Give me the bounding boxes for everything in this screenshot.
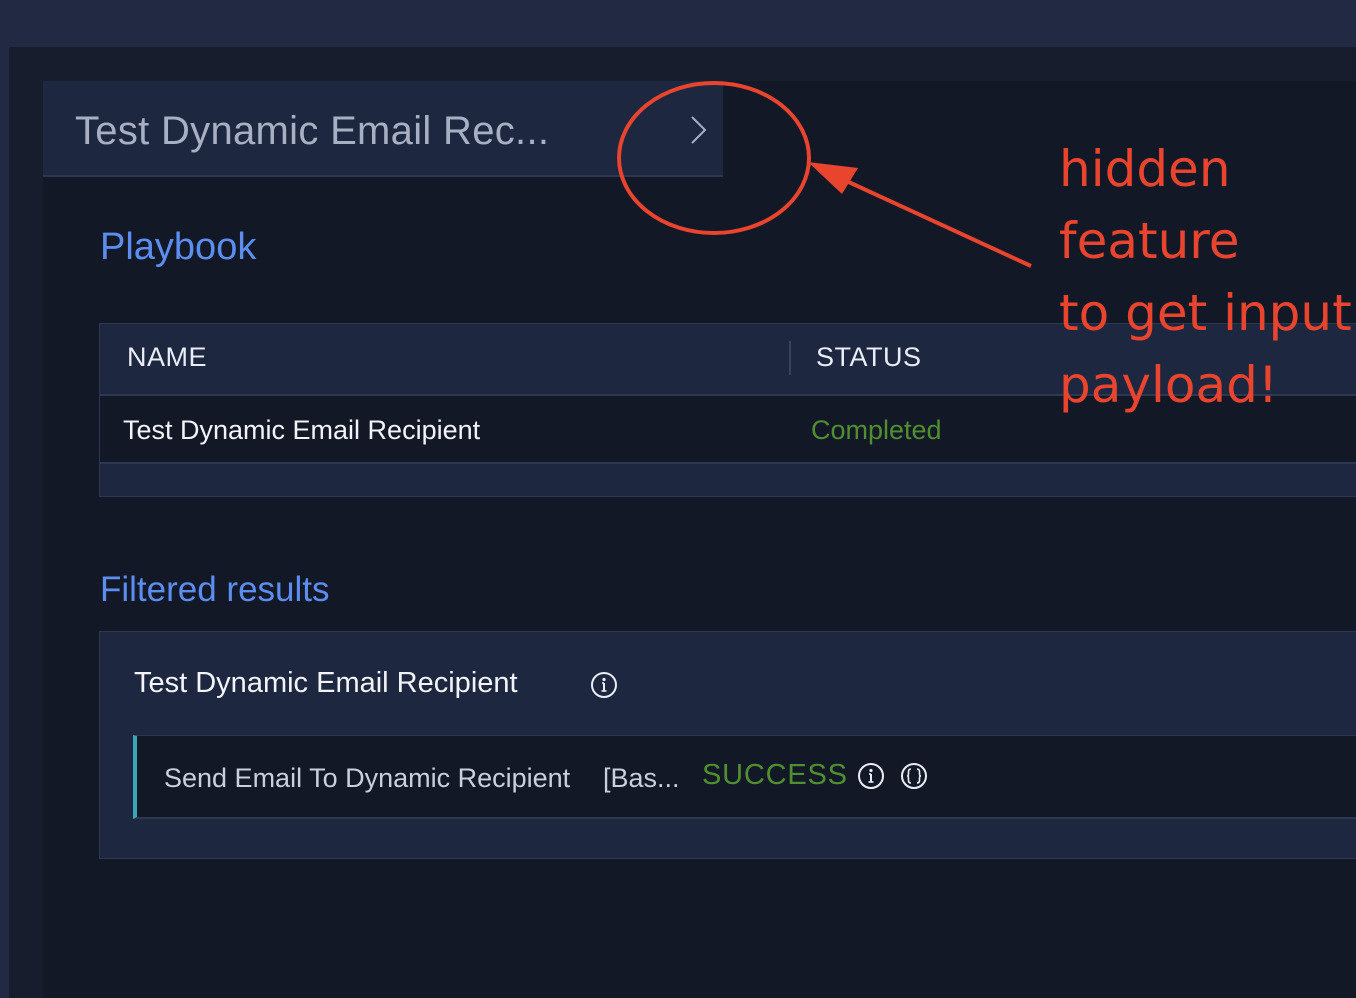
result-group-title: Test Dynamic Email Recipient	[134, 667, 518, 699]
top-bar	[0, 0, 1356, 47]
details-title: Test Dynamic Email Rec...	[75, 109, 550, 153]
annotation-line: hidden	[1059, 140, 1231, 198]
details-title-tab: Test Dynamic Email Rec...	[43, 81, 723, 177]
annotation-line: to get input	[1059, 284, 1352, 342]
left-gutter	[9, 47, 43, 998]
annotation-text: hidden feature to get input payload!	[1059, 133, 1352, 421]
content-top-gutter	[43, 47, 1356, 81]
chevron-right-icon[interactable]	[683, 113, 713, 147]
action-name: Send Email To Dynamic Recipient	[164, 763, 571, 793]
filtered-results-panel: Test Dynamic Email Recipient Send Email …	[99, 631, 1356, 859]
status-badge: Completed	[811, 415, 942, 445]
info-icon[interactable]	[590, 671, 618, 699]
column-header-status[interactable]: STATUS	[816, 342, 922, 373]
column-header-name[interactable]: NAME	[127, 342, 207, 373]
annotation-line: feature	[1059, 212, 1240, 270]
action-asset: [Bas...	[603, 763, 680, 793]
playbook-heading: Playbook	[100, 226, 257, 268]
status-badge: SUCCESS	[702, 759, 848, 791]
list-item[interactable]: Send Email To Dynamic Recipient [Bas... …	[133, 735, 1356, 819]
info-icon[interactable]	[857, 762, 885, 790]
filtered-results-heading: Filtered results	[100, 570, 330, 609]
annotation-line: payload!	[1059, 356, 1278, 414]
playbook-name-cell: Test Dynamic Email Recipient	[123, 415, 481, 445]
braces-icon[interactable]	[900, 762, 928, 790]
left-rail	[0, 47, 9, 998]
column-divider[interactable]	[789, 341, 791, 375]
